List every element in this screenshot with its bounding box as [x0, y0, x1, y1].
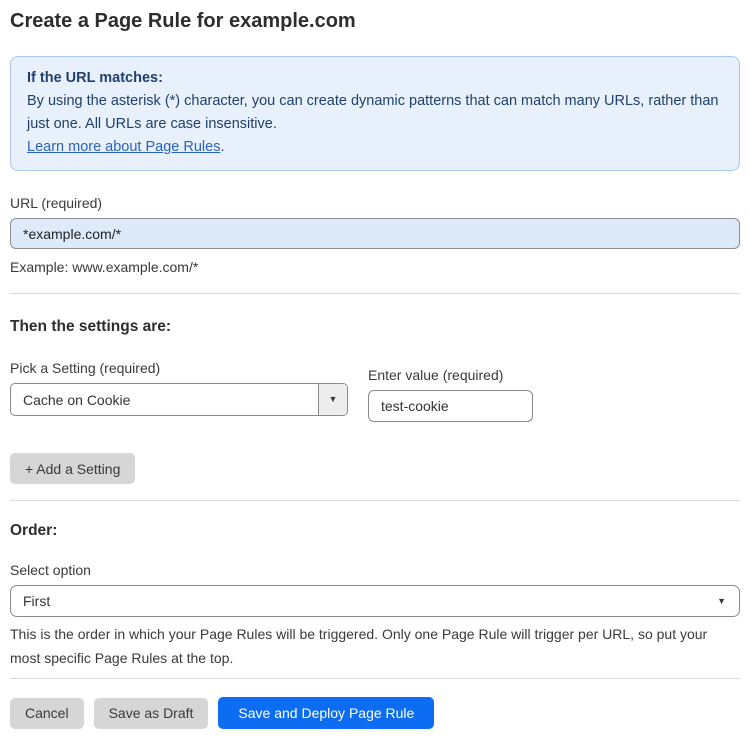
create-page-rule-form: Create a Page Rule for example.com If th… [10, 0, 740, 749]
order-heading: Order: [10, 522, 58, 539]
divider [10, 293, 740, 294]
setting-select-group: Pick a Setting (required) Cache on Cooki… [10, 360, 348, 416]
order-select[interactable]: First ▼ [10, 585, 740, 617]
save-deploy-button[interactable]: Save and Deploy Page Rule [218, 697, 435, 729]
url-label: URL (required) [10, 195, 103, 211]
order-help-text: This is the order in which your Page Rul… [10, 626, 708, 666]
info-box-heading: If the URL matches: [27, 70, 163, 86]
setting-value-group: Enter value (required) [368, 360, 533, 422]
divider [10, 678, 740, 679]
add-setting-button[interactable]: + Add a Setting [10, 453, 136, 484]
cancel-button[interactable]: Cancel [10, 697, 84, 729]
link-suffix: . [220, 139, 225, 155]
save-draft-button[interactable]: Save as Draft [93, 697, 209, 729]
chevron-down-icon: ▼ [328, 394, 338, 404]
url-hint: Example: www.example.com/* [10, 259, 199, 275]
chevron-down-icon: ▼ [717, 595, 726, 606]
setting-value-label: Enter value (required) [368, 367, 504, 383]
order-select-value: First [23, 593, 51, 609]
info-box-body: By using the asterisk (*) character, you… [27, 93, 719, 132]
settings-heading: Then the settings are: [10, 318, 172, 335]
setting-select[interactable]: Cache on Cookie ▼ [10, 383, 348, 416]
page-title: Create a Page Rule for example.com [10, 10, 356, 32]
divider [10, 500, 740, 501]
url-input[interactable] [10, 218, 740, 249]
settings-row: Pick a Setting (required) Cache on Cooki… [10, 360, 740, 422]
learn-more-link[interactable]: Learn more about Page Rules [27, 139, 220, 155]
order-select-label: Select option [10, 562, 91, 578]
footer-actions: Cancel Save as Draft Save and Deploy Pag… [10, 697, 740, 749]
setting-value-input[interactable] [368, 390, 533, 422]
setting-select-value: Cache on Cookie [23, 391, 131, 408]
url-match-info-box: If the URL matches: By using the asteris… [10, 56, 740, 171]
info-box-link-line: Learn more about Page Rules. [27, 136, 723, 159]
setting-select-arrow-button[interactable]: ▼ [318, 384, 347, 415]
setting-select-label: Pick a Setting (required) [10, 360, 161, 376]
